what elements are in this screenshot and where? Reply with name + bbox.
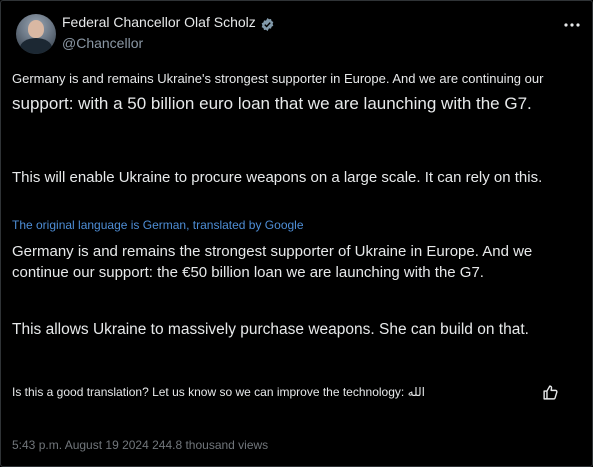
translation-feedback-text: Is this a good translation? Let us know … bbox=[12, 385, 425, 399]
author-display-name[interactable]: Federal Chancellor Olaf Scholz bbox=[62, 14, 256, 30]
author-avatar[interactable] bbox=[16, 14, 56, 54]
avatar-head-shape bbox=[28, 20, 44, 38]
post-text-line-1: Germany is and remains Ukraine's stronge… bbox=[12, 71, 544, 86]
verified-badge-icon bbox=[261, 17, 274, 32]
translated-paragraph-1: Germany is and remains the strongest sup… bbox=[12, 243, 533, 281]
author-handle[interactable]: @Chancellor bbox=[62, 35, 143, 51]
post-text-paragraph-2: This will enable Ukraine to procure weap… bbox=[12, 169, 543, 186]
timestamp-and-views: 5:43 p.m. August 19 2024 244.8 thousand … bbox=[12, 438, 269, 452]
translation-attribution-link[interactable]: The original language is German, transla… bbox=[12, 218, 304, 232]
more-options-icon[interactable] bbox=[563, 18, 581, 32]
post-text-line-2: support: with a 50 billion euro loan tha… bbox=[12, 94, 532, 113]
avatar-suit-shape bbox=[20, 38, 52, 54]
translated-paragraph-2: This allows Ukraine to massively purchas… bbox=[12, 321, 529, 338]
thumbs-up-icon[interactable] bbox=[542, 384, 559, 401]
